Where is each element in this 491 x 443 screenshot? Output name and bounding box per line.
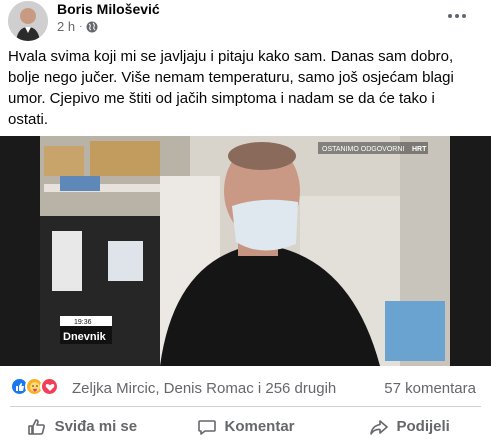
reactions-summary[interactable]: Zeljka Mircic, Denis Romac i 256 drugih — [72, 380, 336, 397]
globe-icon — [86, 21, 98, 32]
share-icon — [369, 419, 388, 435]
comment-label: Komentar — [224, 418, 295, 435]
like-button[interactable]: Sviđa mi se — [0, 410, 164, 443]
comments-count[interactable]: 57 komentara — [384, 380, 476, 397]
post-header: Boris Milošević 2 h · — [0, 0, 491, 41]
channel-logo: HRT — [412, 146, 427, 153]
share-button[interactable]: Podijeli — [327, 410, 491, 443]
like-label: Sviđa mi se — [54, 418, 138, 435]
comment-icon — [197, 419, 216, 435]
more-options-icon[interactable] — [443, 4, 471, 28]
overlay-campaign-text: OSTANIMO ODGOVORNI — [322, 146, 404, 153]
reaction-icons[interactable] — [10, 377, 59, 396]
post-time[interactable]: 2 h — [57, 19, 75, 34]
post-actions: Sviđa mi se Komentar Podijeli — [0, 410, 491, 443]
program-name: Dnevnik — [63, 331, 107, 343]
divider — [10, 406, 481, 407]
video-player[interactable]: OSTANIMO ODGOVORNI HRT 19:36 Dnevnik — [0, 136, 491, 366]
meta-separator: · — [79, 21, 83, 32]
thumbs-up-icon — [27, 418, 45, 435]
share-label: Podijeli — [396, 418, 450, 435]
post-meta: 2 h · — [57, 19, 98, 34]
avatar[interactable] — [8, 1, 48, 41]
video-frame: OSTANIMO ODGOVORNI HRT 19:36 Dnevnik — [0, 136, 491, 366]
author-name[interactable]: Boris Milošević — [57, 1, 160, 17]
post-text: Hvala svima koji mi se javljaju i pitaju… — [8, 48, 454, 128]
love-icon — [40, 377, 59, 396]
comment-button[interactable]: Komentar — [164, 410, 328, 443]
reactions-bar: Zeljka Mircic, Denis Romac i 256 drugih … — [0, 372, 491, 402]
video-clock: 19:36 — [74, 319, 92, 326]
